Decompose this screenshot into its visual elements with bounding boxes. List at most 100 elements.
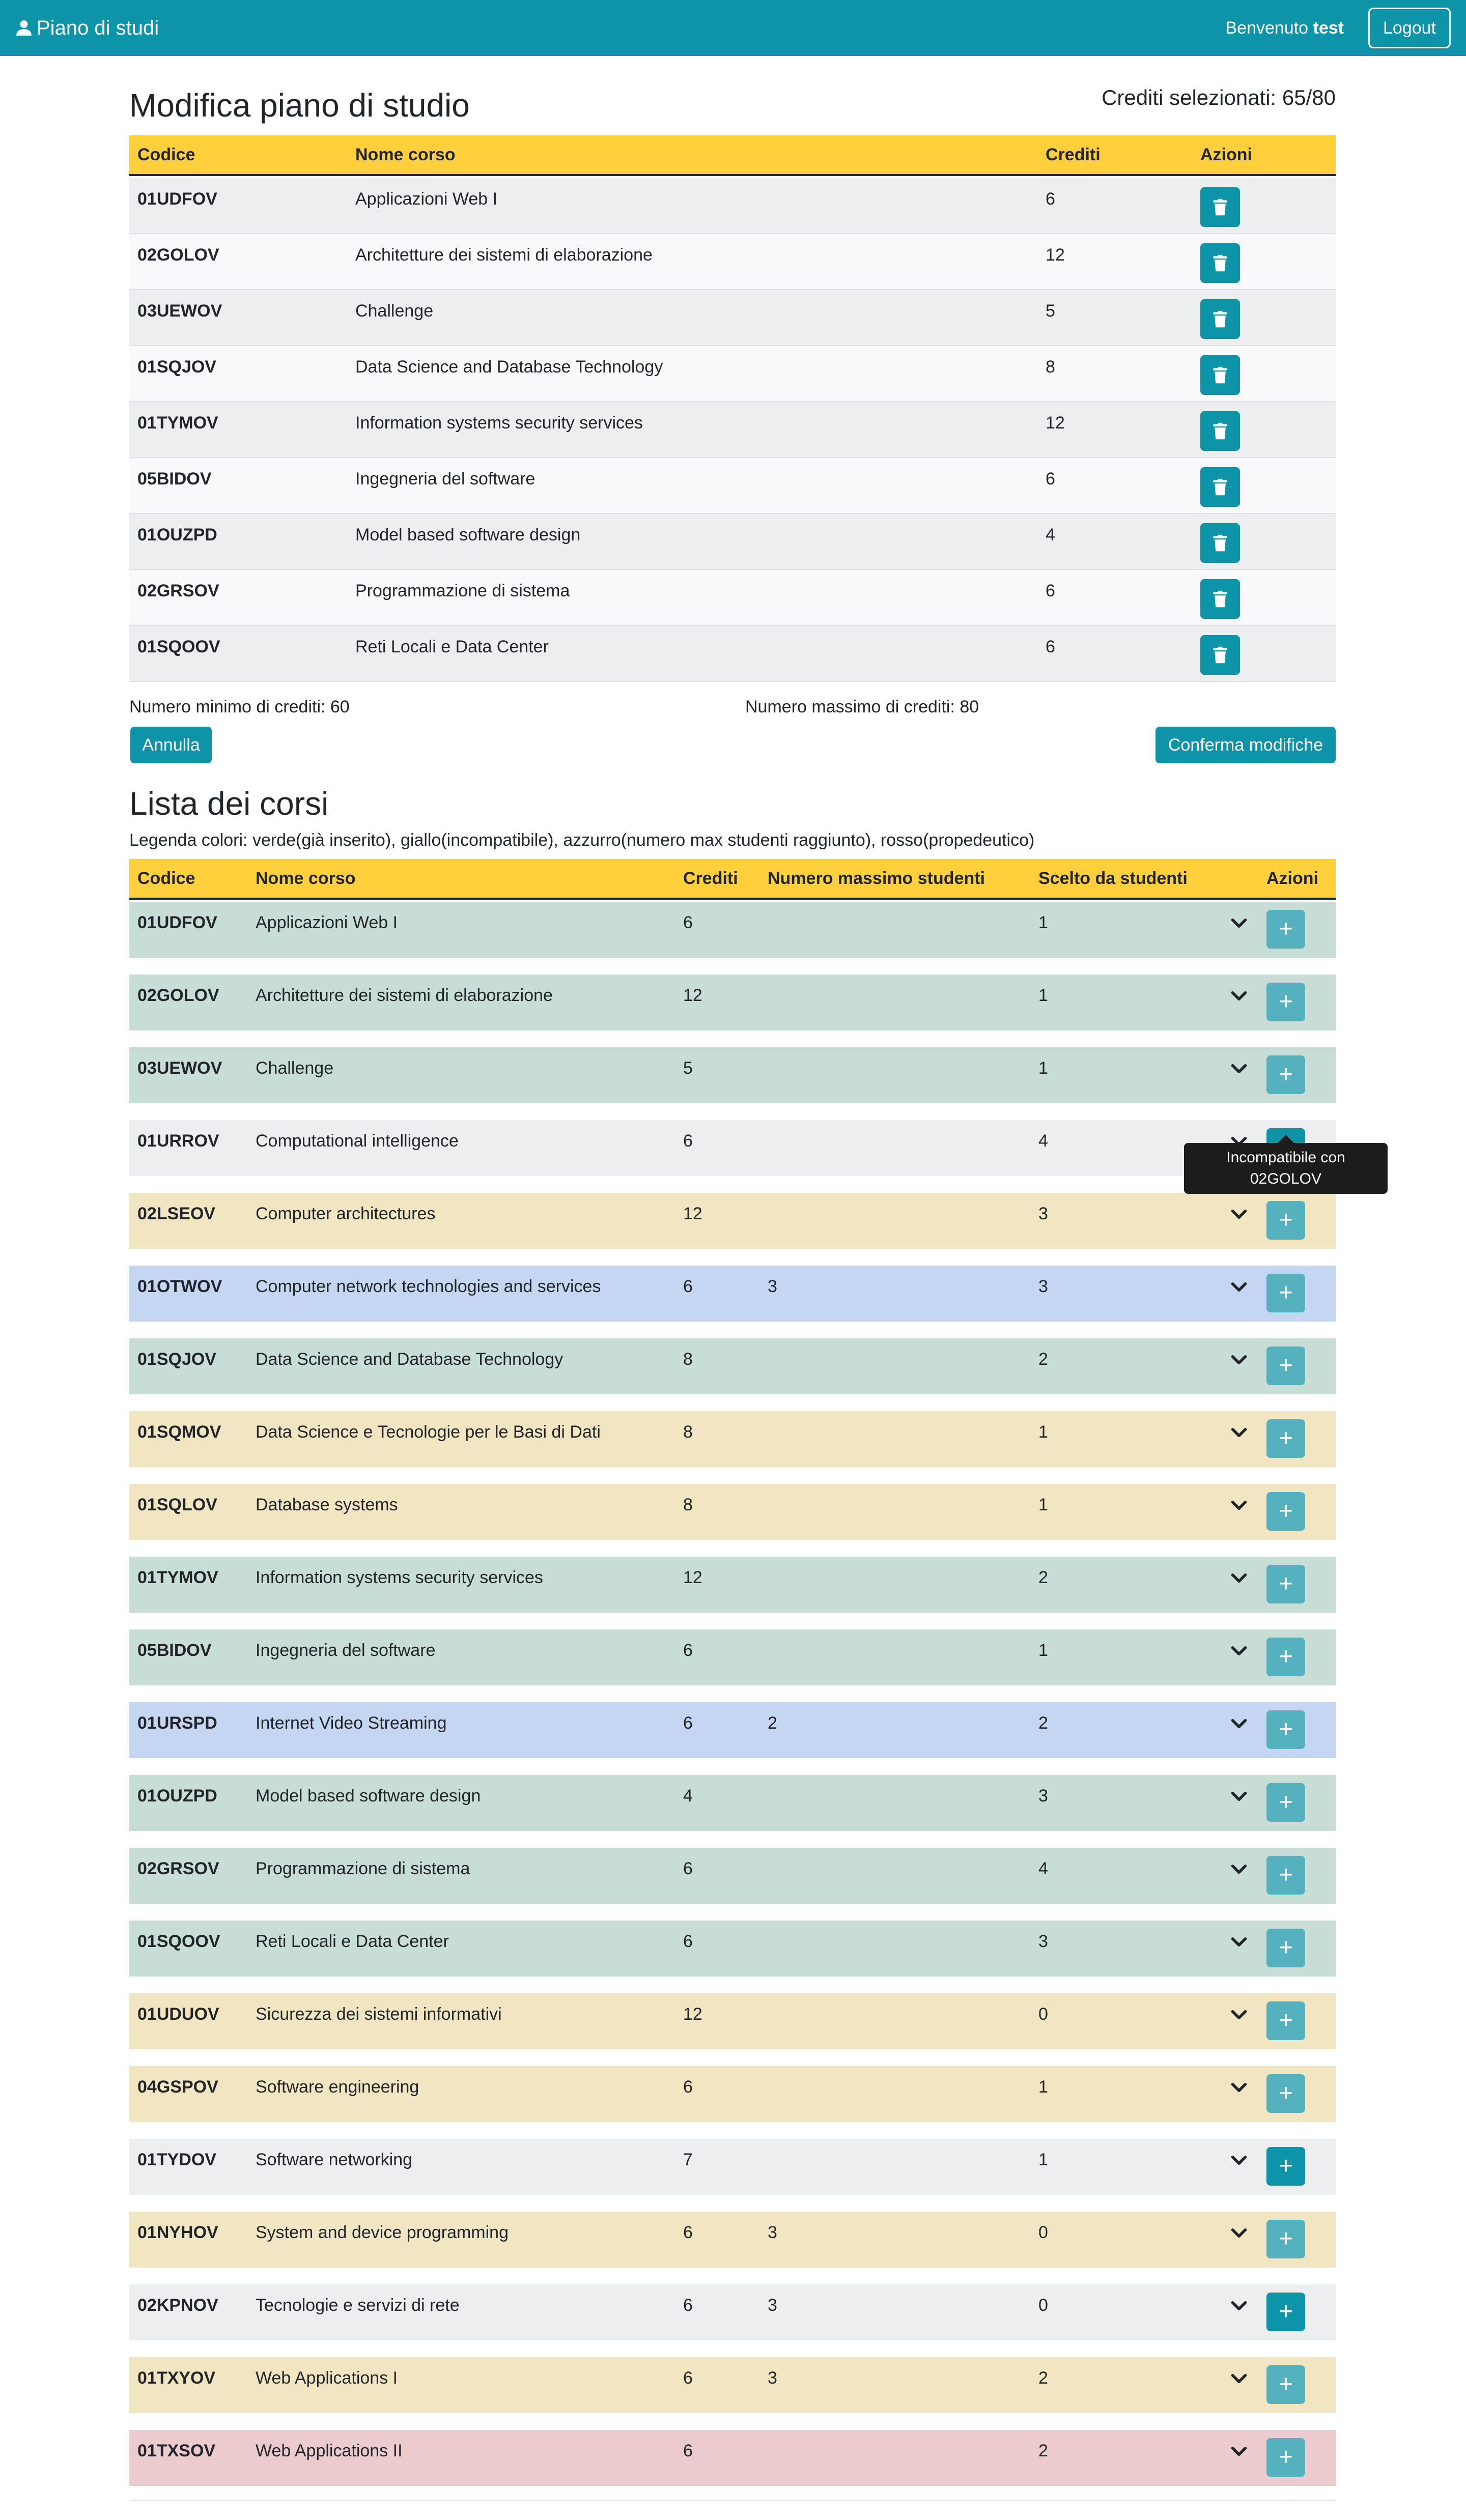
chevron-down-icon[interactable] (1229, 2296, 1249, 2316)
delete-course-button[interactable] (1200, 411, 1240, 451)
header-max-students: Numero massimo studenti (768, 868, 985, 888)
chevron-down-icon[interactable] (1229, 986, 1249, 1006)
course-name: Architetture dei sistemi di elaborazione (355, 245, 653, 265)
course-code: 01SQOOV (137, 637, 220, 656)
chevron-down-icon[interactable] (1229, 2441, 1249, 2461)
course-code: 01SQMOV (137, 1422, 221, 1442)
color-legend: Legenda colori: verde(già inserito), gia… (129, 831, 1035, 850)
table-row: 02GRSOV Programmazione di sistema 6 (129, 570, 1336, 626)
course-credits: 6 (683, 913, 693, 932)
plus-icon: + (1278, 2153, 1293, 2180)
chevron-down-icon[interactable] (1229, 1058, 1249, 1079)
chevron-down-icon[interactable] (1229, 1350, 1249, 1370)
course-name: Challenge (256, 1058, 334, 1078)
delete-course-button[interactable] (1200, 187, 1240, 227)
brand-title: Piano di studi (37, 16, 159, 39)
plus-icon: + (1278, 1498, 1293, 1525)
chevron-down-icon[interactable] (1229, 2004, 1249, 2025)
brand[interactable]: Piano di studi (15, 17, 159, 40)
add-course-button[interactable]: + (1266, 2365, 1305, 2404)
trash-icon (1211, 478, 1229, 496)
add-course-button[interactable]: + (1266, 2293, 1305, 2331)
course-credits: 12 (683, 1568, 702, 1587)
course-credits: 6 (683, 2077, 693, 2097)
add-course-button[interactable]: + (1266, 1929, 1305, 1967)
chevron-down-icon[interactable] (1229, 1932, 1249, 1952)
chevron-down-icon[interactable] (1229, 1786, 1249, 1807)
add-course-button[interactable]: + (1266, 1783, 1305, 1822)
chevron-down-icon[interactable] (1229, 1713, 1249, 1734)
add-course-button[interactable]: + (1266, 1638, 1305, 1676)
course-credits: 6 (683, 2368, 693, 2388)
chevron-down-icon[interactable] (1229, 2223, 1249, 2243)
plus-icon: + (1278, 1061, 1293, 1088)
add-course-button[interactable]: + (1266, 1201, 1305, 1240)
table-row: 02GOLOV Architetture dei sistemi di elabo… (129, 234, 1336, 290)
table-row: 01TYMOV Information systems security serv… (129, 402, 1336, 458)
delete-course-button[interactable] (1200, 299, 1240, 339)
course-credits: 5 (1046, 301, 1055, 321)
add-course-button[interactable]: + (1266, 2001, 1305, 2040)
header-credits: Crediti (683, 868, 738, 888)
add-course-button[interactable]: + (1266, 1274, 1305, 1312)
add-course-button[interactable]: + (1266, 2074, 1305, 2113)
add-course-button[interactable]: + (1266, 2438, 1305, 2477)
chevron-down-icon[interactable] (1229, 1495, 1249, 1515)
course-chosen-by: 2 (1038, 2368, 1048, 2388)
chevron-down-icon[interactable] (1229, 1568, 1249, 1588)
delete-course-button[interactable] (1200, 355, 1240, 395)
chevron-down-icon[interactable] (1229, 2077, 1249, 2098)
delete-course-button[interactable] (1200, 635, 1240, 675)
course-row: 01OTWOV Computer network technologies and… (129, 1266, 1336, 1322)
chevron-down-icon[interactable] (1229, 2368, 1249, 2389)
credits-selected: Crediti selezionati: 65/80 (1102, 85, 1336, 109)
course-max-students: 3 (768, 2296, 777, 2315)
plus-icon: + (1278, 1862, 1293, 1888)
course-name: Programmazione di sistema (355, 581, 570, 600)
max-credits: Numero massimo di crediti: 80 (745, 697, 979, 717)
add-course-button[interactable]: + (1266, 1710, 1305, 1749)
course-code: 01URSPD (137, 1713, 217, 1733)
course-code: 01UDFOV (137, 189, 217, 209)
course-name: Applicazioni Web I (355, 189, 498, 209)
chevron-down-icon[interactable] (1229, 1641, 1249, 1661)
cancel-button[interactable]: Annulla (130, 727, 212, 763)
delete-course-button[interactable] (1200, 523, 1240, 563)
add-course-button[interactable]: + (1266, 983, 1305, 1021)
add-course-button[interactable]: + (1266, 1347, 1305, 1385)
add-course-button[interactable]: + (1266, 2147, 1305, 2186)
course-name: Tecnologie e servizi di rete (256, 2296, 460, 2315)
course-code: 03UEWOV (137, 301, 222, 321)
delete-course-button[interactable] (1200, 579, 1240, 619)
course-chosen-by: 1 (1038, 913, 1048, 932)
course-row: 01SQLOV Database systems 8 1 + (129, 1484, 1336, 1540)
course-row: 02KPNOV Tecnologie e servizi di rete 6 3 0 + (129, 2284, 1336, 2340)
chevron-down-icon[interactable] (1229, 1859, 1249, 1879)
table-row: 01SQJOV Data Science and Database Technol… (129, 346, 1336, 402)
course-row: 01TXSOV Web Applications II 6 2 + (129, 2430, 1336, 2486)
header-actions: Azioni (1200, 145, 1252, 164)
add-course-button[interactable]: + (1266, 910, 1305, 949)
add-course-button[interactable]: + (1266, 2220, 1305, 2258)
chevron-down-icon[interactable] (1229, 1277, 1249, 1297)
header-credits: Crediti (1046, 145, 1101, 164)
chevron-down-icon[interactable] (1229, 913, 1249, 933)
chevron-down-icon[interactable] (1229, 1422, 1249, 1443)
logout-button[interactable]: Logout (1368, 8, 1451, 48)
add-course-button[interactable]: + (1266, 1492, 1305, 1531)
header-actions: Azioni (1266, 868, 1318, 888)
course-code: 01SQJOV (137, 357, 216, 377)
plus-icon: + (1278, 1425, 1293, 1452)
chevron-down-icon[interactable] (1229, 2150, 1249, 2170)
delete-course-button[interactable] (1200, 243, 1240, 283)
chevron-down-icon[interactable] (1229, 1204, 1249, 1224)
add-course-button[interactable]: + (1266, 1565, 1305, 1603)
confirm-button[interactable]: Conferma modifiche (1155, 727, 1336, 763)
plus-icon: + (1278, 1279, 1293, 1306)
add-course-button[interactable]: + (1266, 1419, 1305, 1458)
add-course-button[interactable]: + (1266, 1856, 1305, 1895)
course-row: 01SQOOV Reti Locali e Data Center 6 3 + (129, 1921, 1336, 1977)
course-name: Web Applications II (256, 2441, 403, 2460)
add-course-button[interactable]: + (1266, 1055, 1305, 1094)
delete-course-button[interactable] (1200, 467, 1240, 507)
